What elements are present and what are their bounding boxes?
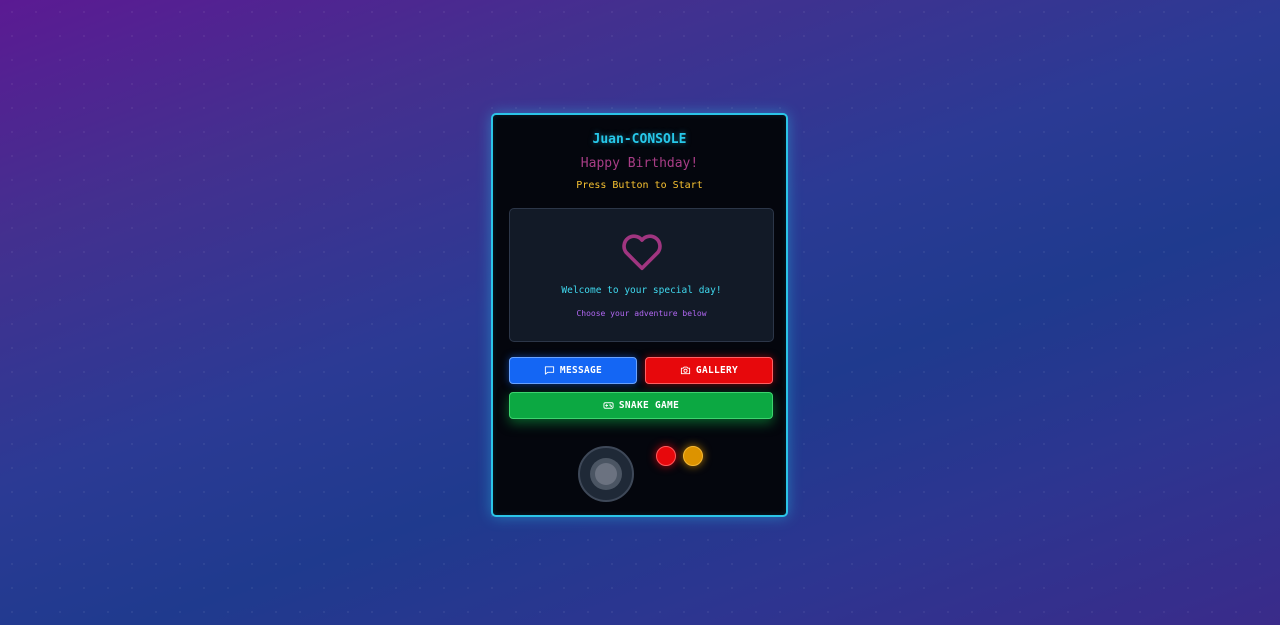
camera-icon (680, 366, 691, 375)
gallery-button[interactable]: GALLERY (645, 357, 773, 384)
console-title: Juan-CONSOLE (592, 132, 687, 147)
message-icon (544, 366, 555, 375)
message-button-label: MESSAGE (559, 365, 603, 376)
console-card: Juan-CONSOLE Happy Birthday! Press Butto… (491, 113, 788, 517)
a-button[interactable] (656, 446, 676, 466)
snake-game-button-label: SNAKE GAME (618, 400, 680, 411)
welcome-text: Welcome to your special day! (561, 285, 722, 296)
console-screen: Welcome to your special day! Choose your… (509, 208, 774, 342)
joystick[interactable] (578, 446, 634, 502)
joystick-knob[interactable] (590, 458, 622, 490)
instruction-text: Choose your adventure below (576, 309, 707, 318)
gallery-button-label: GALLERY (695, 365, 739, 376)
snake-game-button[interactable]: SNAKE GAME (509, 392, 773, 419)
birthday-subtitle: Happy Birthday! (580, 156, 699, 171)
message-button[interactable]: MESSAGE (509, 357, 637, 384)
start-prompt: Press Button to Start (576, 180, 703, 191)
heart-icon (622, 234, 662, 271)
gamepad-icon (603, 402, 614, 409)
b-button[interactable] (683, 446, 703, 466)
